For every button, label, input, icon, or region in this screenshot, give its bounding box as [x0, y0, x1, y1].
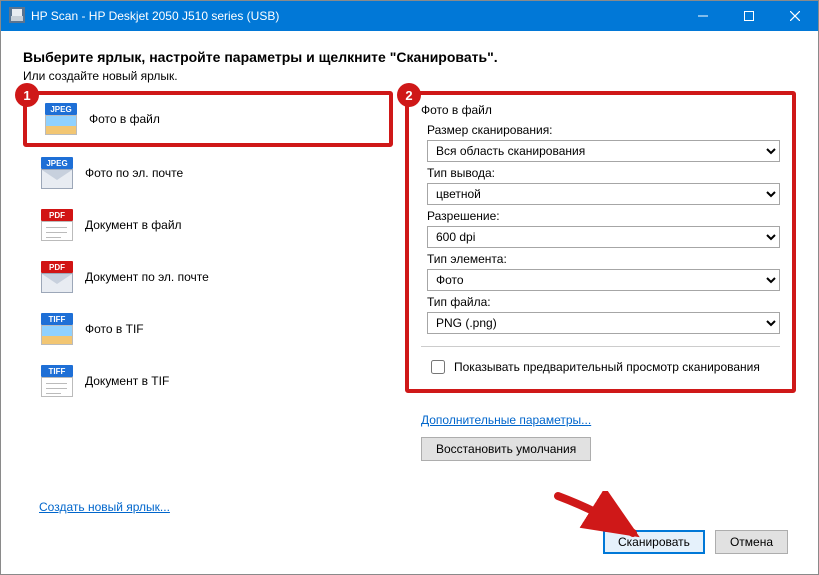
preview-checkbox-label: Показывать предварительный просмотр скан…	[454, 360, 760, 374]
scan-size-label: Размер сканирования:	[427, 123, 780, 137]
settings-panel: 2 Фото в файл Размер сканирования: Вся о…	[405, 91, 796, 393]
resolution-select[interactable]: 600 dpi	[427, 226, 780, 248]
shortcut-item[interactable]: PDF Документ в файл	[23, 199, 393, 251]
shortcut-item[interactable]: JPEG Фото по эл. почте	[23, 147, 393, 199]
titlebar: HP Scan - HP Deskjet 2050 J510 series (U…	[1, 1, 818, 31]
jpeg-mail-icon: JPEG	[41, 157, 73, 189]
shortcut-label: Фото в файл	[89, 112, 160, 126]
shortcut-item[interactable]: TIFF Фото в TIF	[23, 303, 393, 355]
shortcut-label: Фото в TIF	[85, 322, 144, 336]
preview-checkbox[interactable]	[431, 360, 445, 374]
item-type-select[interactable]: Фото	[427, 269, 780, 291]
shortcut-item[interactable]: TIFF Документ в TIF	[23, 355, 393, 407]
shortcut-label: Документ в файл	[85, 218, 182, 232]
pdf-doc-icon: PDF	[41, 209, 73, 241]
settings-title: Фото в файл	[421, 103, 780, 117]
shortcut-label: Документ в TIF	[85, 374, 169, 388]
tiff-photo-icon: TIFF	[41, 313, 73, 345]
file-type-label: Тип файла:	[427, 295, 780, 309]
jpeg-photo-icon: JPEG	[45, 103, 77, 135]
advanced-settings-link[interactable]: Дополнительные параметры...	[421, 413, 591, 427]
create-shortcut-link[interactable]: Создать новый ярлык...	[39, 500, 170, 514]
resolution-label: Разрешение:	[427, 209, 780, 223]
output-type-select[interactable]: цветной	[427, 183, 780, 205]
shortcut-item-selected[interactable]: JPEG Фото в файл	[33, 95, 383, 143]
annotation-marker-1: 1	[15, 83, 39, 107]
output-type-label: Тип вывода:	[427, 166, 780, 180]
page-heading: Выберите ярлык, настройте параметры и ще…	[23, 49, 796, 65]
selected-shortcut-frame: 1 JPEG Фото в файл	[23, 91, 393, 147]
close-button[interactable]	[772, 1, 818, 31]
app-icon	[9, 7, 25, 26]
shortcut-label: Документ по эл. почте	[85, 270, 209, 284]
annotation-marker-2: 2	[397, 83, 421, 107]
restore-defaults-button[interactable]: Восстановить умолчания	[421, 437, 591, 461]
minimize-button[interactable]	[680, 1, 726, 31]
file-type-select[interactable]: PNG (.png)	[427, 312, 780, 334]
shortcut-label: Фото по эл. почте	[85, 166, 183, 180]
scan-button[interactable]: Сканировать	[603, 530, 705, 554]
item-type-label: Тип элемента:	[427, 252, 780, 266]
pdf-mail-icon: PDF	[41, 261, 73, 293]
shortcut-list: JPEG Фото по эл. почте PDF Документ в фа…	[23, 147, 393, 407]
window-title: HP Scan - HP Deskjet 2050 J510 series (U…	[31, 9, 680, 23]
scan-size-select[interactable]: Вся область сканирования	[427, 140, 780, 162]
maximize-button[interactable]	[726, 1, 772, 31]
tiff-doc-icon: TIFF	[41, 365, 73, 397]
page-subheading: Или создайте новый ярлык.	[23, 69, 796, 83]
shortcut-item[interactable]: PDF Документ по эл. почте	[23, 251, 393, 303]
cancel-button[interactable]: Отмена	[715, 530, 788, 554]
